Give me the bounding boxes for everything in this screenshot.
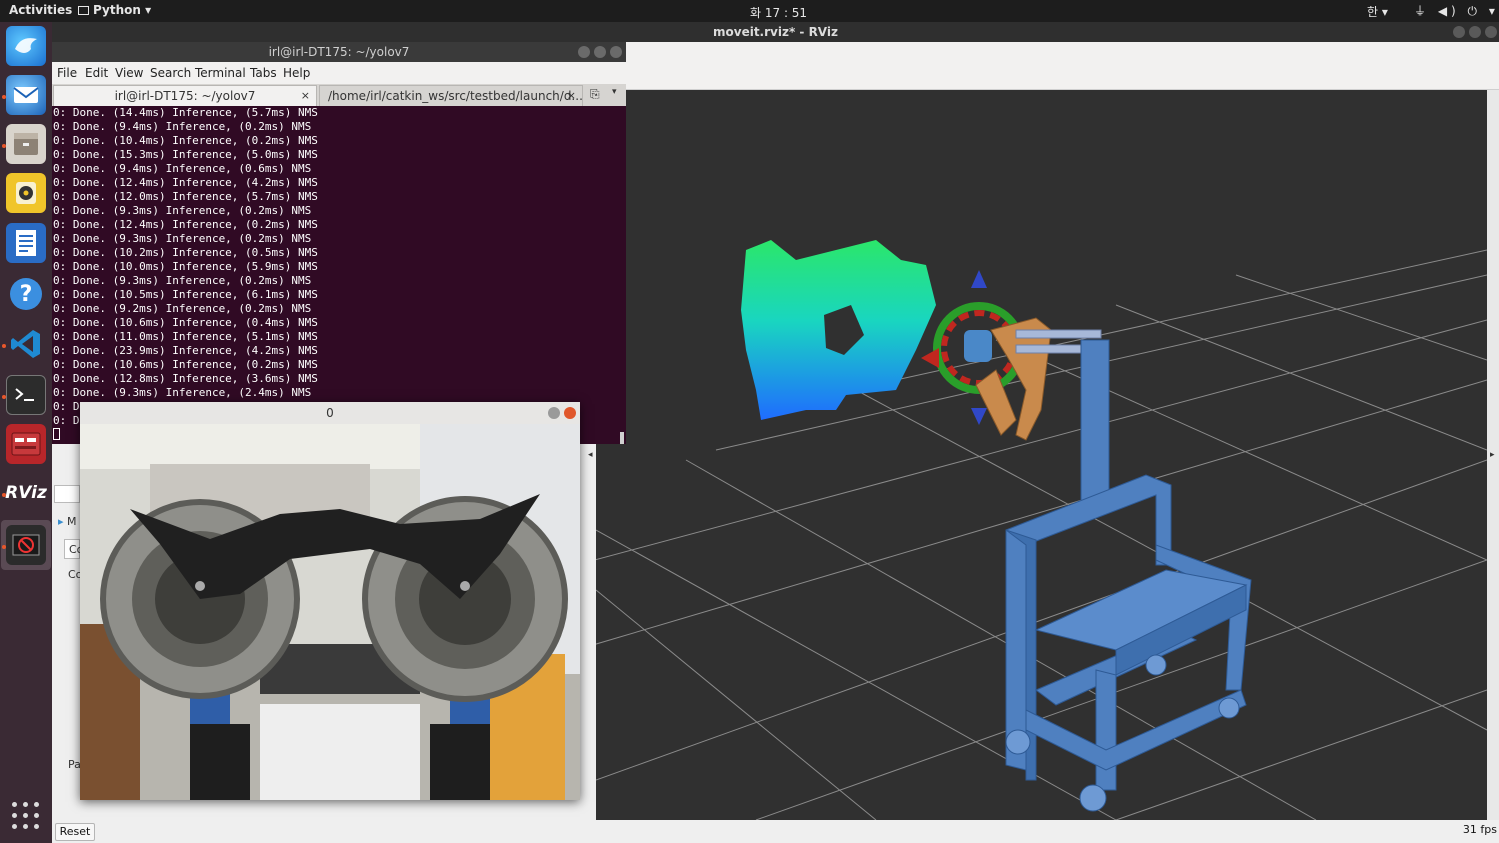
system-tray[interactable]: ⏚ ◀) ⏻ ▾ [1414, 2, 1499, 19]
dock: ? RViz [0, 22, 52, 843]
help-icon[interactable]: ? [6, 274, 46, 314]
terminal-output[interactable]: 0: Done. (14.4ms) Inference, (5.7ms) NMS… [52, 106, 626, 444]
terminal-line: 0: Done. (9.2ms) Inference, (0.2ms) NMS [53, 302, 312, 315]
maximize-icon[interactable] [594, 46, 606, 58]
running-indicator [2, 395, 6, 399]
terminal-line: 0: Done. (9.4ms) Inference, (0.2ms) NMS [53, 120, 312, 133]
running-indicator [2, 493, 6, 497]
window-icon [78, 6, 89, 15]
tab-launch[interactable]: /home/irl/catkin_ws/src/testbed/launch/d… [319, 85, 583, 106]
system-monitor-icon[interactable] [6, 424, 46, 464]
files-icon[interactable] [6, 124, 46, 164]
tab-label: irl@irl-DT175: ~/yolov7 [114, 89, 256, 103]
panel-fragment-m: ▸ M [58, 515, 77, 528]
rviz-window-title: moveit.rviz* - RViz [713, 25, 838, 39]
maximize-icon[interactable] [1469, 26, 1481, 38]
terminal-line: 0: Done. (9.4ms) Inference, (0.6ms) NMS [53, 162, 312, 175]
rviz-titlebar[interactable]: moveit.rviz* - RViz [52, 22, 1499, 42]
minimize-icon[interactable] [1453, 26, 1465, 38]
collapse-right-icon[interactable]: ▸ [1490, 450, 1495, 460]
terminal-line: 0: Done. (23.9ms) Inference, (4.2ms) NMS [53, 344, 318, 357]
blocked-app-icon[interactable] [6, 525, 46, 565]
close-tab-icon[interactable]: × [567, 86, 576, 106]
minimize-icon[interactable] [548, 407, 560, 419]
tab-label: /home/irl/catkin_ws/src/testbed/launch/d… [328, 89, 583, 103]
terminal-window[interactable]: irl@irl-DT175: ~/yolov7 File Edit View S… [52, 42, 626, 444]
terminal-line: 0: Done. (10.4ms) Inference, (0.2ms) NMS [53, 134, 318, 147]
terminal-line: 0: Done. (15.3ms) Inference, (5.0ms) NMS [53, 148, 318, 161]
terminal-window-title: irl@irl-DT175: ~/yolov7 [268, 45, 410, 59]
running-indicator [2, 95, 6, 99]
top-bar: Activities Python ▾ 화 17 : 51 한 ▾ ⏚ ◀) ⏻… [0, 0, 1499, 22]
activities-button[interactable]: Activities [9, 3, 72, 17]
menu-tabs[interactable]: Tabs [250, 66, 277, 80]
input-method-indicator[interactable]: 한 ▾ [1367, 3, 1388, 20]
terminal-titlebar[interactable]: irl@irl-DT175: ~/yolov7 [52, 42, 626, 62]
terminal-scrollbar[interactable] [620, 432, 624, 444]
collapse-left-icon[interactable]: ◂ [588, 450, 593, 460]
camera-feed [80, 424, 580, 800]
terminal-line: 0: Done. (12.4ms) Inference, (0.2ms) NMS [53, 218, 318, 231]
point-cloud [741, 240, 936, 420]
menu-terminal[interactable]: Terminal [195, 66, 246, 80]
mail-icon[interactable] [6, 75, 46, 115]
svg-text:?: ? [20, 282, 33, 307]
camera-titlebar[interactable]: 0 [80, 402, 580, 424]
terminal-line: 0: Done. (14.4ms) Inference, (5.7ms) NMS [53, 106, 318, 119]
close-icon[interactable] [610, 46, 622, 58]
menu-search[interactable]: Search [150, 66, 191, 80]
close-tab-icon[interactable]: × [301, 86, 310, 106]
running-indicator [2, 344, 6, 348]
status-bar: 31 fps [596, 820, 1499, 843]
terminal-line: 0: Done. (12.4ms) Inference, (4.2ms) NMS [53, 176, 318, 189]
camera-window[interactable]: 0 [80, 402, 580, 800]
terminal-line: 0: Done. (12.8ms) Inference, (3.6ms) NMS [53, 372, 318, 385]
show-applications-icon[interactable] [12, 802, 40, 830]
vscode-icon[interactable] [6, 324, 46, 364]
terminal-line: 0: Done. (10.0ms) Inference, (5.9ms) NMS [53, 260, 318, 273]
close-icon[interactable] [1485, 26, 1497, 38]
robot-stand [1005, 339, 1252, 791]
close-icon[interactable] [564, 407, 576, 419]
camera-window-title: 0 [326, 406, 334, 420]
terminal-line: 0: Done. (9.3ms) Inference, (0.2ms) NMS [53, 274, 312, 287]
new-tab-icon[interactable]: ⎘ [590, 87, 600, 102]
app-menu[interactable]: Python ▾ [78, 3, 151, 17]
terminal-line: 0: Done. (10.6ms) Inference, (0.2ms) NMS [53, 358, 318, 371]
clock[interactable]: 화 17 : 51 [750, 4, 807, 21]
menu-file[interactable]: File [57, 66, 77, 80]
panel-label: Pa [68, 758, 81, 771]
terminal-line: 0: Done. (10.6ms) Inference, (0.4ms) NMS [53, 316, 318, 329]
terminal-line: 0: Done. (11.0ms) Inference, (5.1ms) NMS [53, 330, 318, 343]
menu-edit[interactable]: Edit [85, 66, 108, 80]
rhythmbox-icon[interactable] [6, 173, 46, 213]
panel-field[interactable] [54, 485, 80, 503]
app-menu-label: Python ▾ [93, 3, 152, 17]
running-indicator [2, 144, 6, 148]
fps-counter: 31 fps [1462, 823, 1497, 836]
terminal-line: 0: Done. (10.5ms) Inference, (6.1ms) NMS [53, 288, 318, 301]
thunderbird-icon[interactable] [6, 26, 46, 66]
terminal-line: 0: Done. (10.2ms) Inference, (0.5ms) NMS [53, 246, 318, 259]
rviz-icon-label: RViz [5, 483, 47, 503]
terminal-icon[interactable] [6, 375, 46, 415]
terminal-line: 0: Done. (9.3ms) Inference, (0.2ms) NMS [53, 232, 312, 245]
terminal-line: 0: Done. (12.0ms) Inference, (5.7ms) NMS [53, 190, 318, 203]
terminal-menubar: File Edit View Search Terminal Tabs Help [52, 62, 626, 84]
menu-view[interactable]: View [115, 66, 143, 80]
rviz-icon[interactable]: RViz [5, 473, 47, 513]
reset-button[interactable]: Reset [55, 823, 95, 841]
minimize-icon[interactable] [578, 46, 590, 58]
menu-help[interactable]: Help [283, 66, 310, 80]
writer-icon[interactable] [6, 223, 46, 263]
right-collapse-strip[interactable]: ▸ [1487, 90, 1499, 820]
terminal-tabbar: irl@irl-DT175: ~/yolov7 × /home/irl/catk… [52, 84, 626, 106]
rviz-3d-viewport[interactable] [596, 90, 1487, 820]
terminal-line: 0: Done. (9.3ms) Inference, (2.4ms) NMS [53, 386, 312, 399]
tab-yolov7[interactable]: irl@irl-DT175: ~/yolov7 × [53, 85, 317, 106]
tabs-menu-icon[interactable]: ▾ [612, 87, 617, 97]
running-indicator [2, 545, 6, 549]
terminal-line: 0: Done. (9.3ms) Inference, (0.2ms) NMS [53, 204, 312, 217]
